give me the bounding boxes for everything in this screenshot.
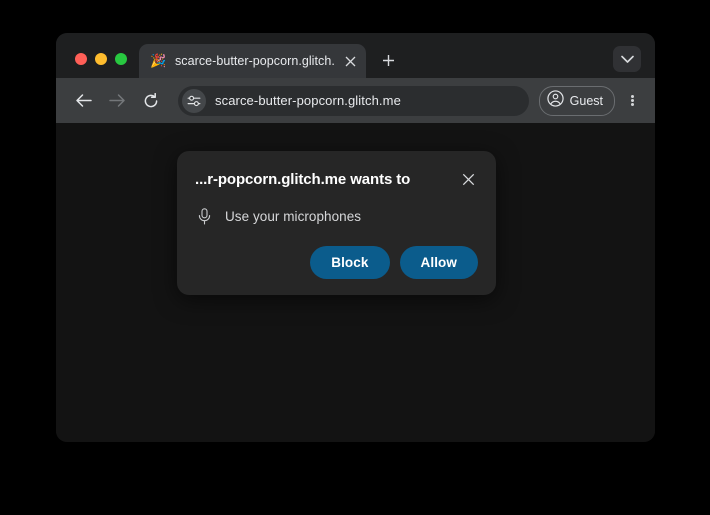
address-bar[interactable]: scarce-butter-popcorn.glitch.me	[178, 85, 529, 116]
new-tab-button[interactable]	[374, 46, 402, 74]
tab-strip: 🎉 scarce-butter-popcorn.glitch.	[56, 33, 655, 78]
profile-label: Guest	[569, 93, 603, 108]
microphone-icon	[195, 207, 213, 225]
close-tab-icon[interactable]	[341, 52, 360, 71]
forward-button[interactable]	[102, 86, 132, 116]
close-window-button[interactable]	[75, 53, 87, 65]
tune-sliders-icon[interactable]	[182, 88, 206, 113]
three-dots-vertical-icon	[630, 93, 634, 108]
dialog-header: ...r-popcorn.glitch.me wants to	[195, 169, 478, 190]
dialog-title: ...r-popcorn.glitch.me wants to	[195, 171, 411, 188]
browser-toolbar: scarce-butter-popcorn.glitch.me Guest	[56, 78, 655, 123]
permission-label: Use your microphones	[225, 208, 362, 224]
permission-item-microphone: Use your microphones	[195, 207, 478, 225]
maximize-window-button[interactable]	[115, 53, 127, 65]
browser-menu-button[interactable]	[619, 86, 645, 116]
back-button[interactable]	[68, 86, 98, 116]
screen: 🎉 scarce-butter-popcorn.glitch. scarce-b…	[0, 0, 710, 515]
page-viewport: ...r-popcorn.glitch.me wants to Use your…	[56, 123, 655, 442]
tab-title: scarce-butter-popcorn.glitch.	[175, 54, 335, 68]
tab-active[interactable]: 🎉 scarce-butter-popcorn.glitch.	[139, 44, 366, 78]
window-traffic-lights	[56, 53, 139, 78]
address-bar-url: scarce-butter-popcorn.glitch.me	[215, 93, 401, 108]
dialog-actions: Block Allow	[195, 246, 478, 279]
account-circle-icon	[546, 89, 564, 112]
tab-search-button[interactable]	[613, 46, 641, 72]
browser-window: 🎉 scarce-butter-popcorn.glitch. scarce-b…	[56, 33, 655, 442]
minimize-window-button[interactable]	[95, 53, 107, 65]
permission-dialog: ...r-popcorn.glitch.me wants to Use your…	[177, 151, 496, 295]
reload-button[interactable]	[136, 86, 166, 116]
party-popper-icon: 🎉	[150, 53, 167, 68]
allow-button[interactable]: Allow	[399, 246, 478, 279]
close-dialog-button[interactable]	[458, 169, 478, 189]
block-button[interactable]: Block	[310, 246, 390, 279]
profile-button[interactable]: Guest	[538, 85, 615, 116]
